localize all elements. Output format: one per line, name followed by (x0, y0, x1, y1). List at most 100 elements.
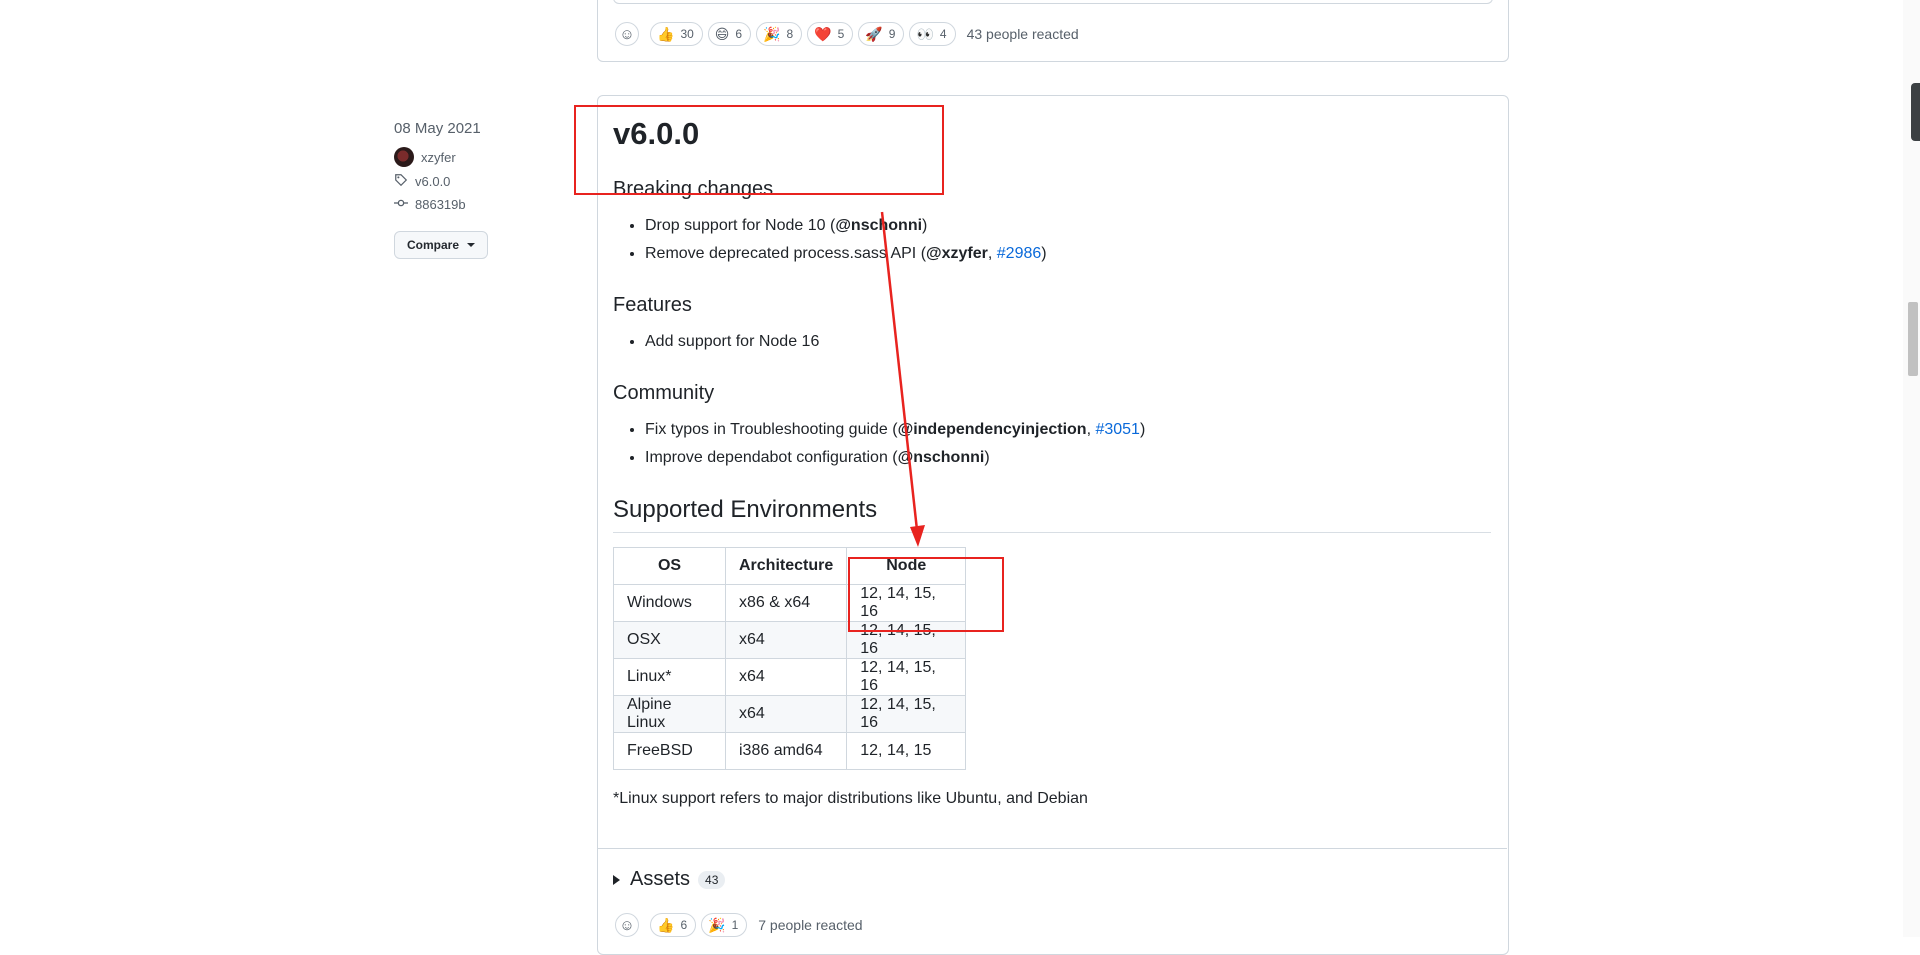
list-item: Add support for Node 16 (645, 328, 1491, 356)
table-cell: Alpine Linux (613, 694, 726, 733)
release-meta: 08 May 2021 xzyfer v6.0.0 886319b Compar… (394, 120, 489, 259)
previous-release-body-edge (613, 0, 1493, 4)
table-cell: Linux* (613, 657, 726, 696)
compare-label: Compare (407, 238, 460, 252)
release-commit[interactable]: 886319b (394, 196, 488, 213)
smile-icon: 😄 (714, 26, 730, 42)
reaction-rocket[interactable]: 🚀 9 (858, 22, 905, 46)
list-item: Improve dependabot configuration (@nscho… (645, 444, 1491, 472)
reaction-count: 5 (837, 27, 845, 41)
table-cell: x86 & x64 (724, 583, 848, 622)
column-header: OS (613, 546, 726, 585)
reaction-thumbs-up[interactable]: 👍 6 (650, 913, 697, 937)
compare-button[interactable]: Compare (394, 231, 489, 259)
assets-label[interactable]: Assets (630, 868, 690, 891)
reaction-smile[interactable]: 😄 6 (707, 22, 752, 46)
bottom-reactions: ☺ 👍 6 🎉 1 7 people reacted (615, 913, 863, 937)
item-text: Drop support for Node 10 ( (645, 216, 836, 234)
column-header: Architecture (724, 546, 848, 585)
eyes-icon: 👀 (916, 26, 934, 42)
avatar[interactable] (394, 147, 414, 167)
assets-toggle[interactable]: Assets 43 (613, 868, 726, 891)
author-name[interactable]: xzyfer (421, 150, 456, 165)
item-text: Fix typos in Troubleshooting guide ( (645, 420, 898, 438)
issue-link[interactable]: #2986 (997, 245, 1042, 262)
release-tag[interactable]: v6.0.0 (394, 173, 488, 190)
table-cell: x64 (724, 694, 848, 733)
top-reactions: ☺ 👍 30 😄 6 🎉 8 ❤️ 5 🚀 9 👀 4 43 people reacted (615, 22, 1079, 46)
tag-name[interactable]: v6.0.0 (415, 174, 450, 189)
commit-icon (394, 196, 408, 213)
commit-sha[interactable]: 886319b (415, 197, 466, 212)
heart-icon: ❤️ (814, 26, 832, 42)
item-text: ) (1041, 244, 1047, 262)
features-list: Add support for Node 16 (613, 328, 1491, 356)
features-heading: Features (613, 293, 692, 316)
table-cell: FreeBSD (613, 731, 726, 770)
add-reaction-button[interactable]: ☺ (615, 913, 639, 937)
reaction-count: 6 (680, 918, 688, 932)
user-mention[interactable]: @nschonni (898, 449, 985, 466)
table-row: Alpine Linux x64 12, 14, 15, 16 (613, 694, 967, 733)
side-panel-handle[interactable] (1911, 83, 1920, 141)
reaction-heart[interactable]: ❤️ 5 (807, 22, 854, 46)
reactions-summary[interactable]: 43 people reacted (967, 26, 1079, 42)
reaction-thumbs-up[interactable]: 👍 30 (650, 22, 703, 46)
smiley-icon: ☺ (619, 916, 635, 934)
rocket-icon: 🚀 (865, 26, 883, 42)
list-item: Drop support for Node 10 (@nschonni) (645, 212, 1491, 240)
table-cell: i386 amd64 (724, 731, 848, 770)
user-mention[interactable]: @xzyfer (926, 245, 988, 262)
thumbs-up-icon: 👍 (657, 917, 675, 933)
linux-support-note: *Linux support refers to major distribut… (613, 789, 1088, 807)
table-cell: OSX (613, 620, 726, 659)
hooray-icon: 🎉 (763, 26, 781, 42)
reaction-eyes[interactable]: 👀 4 (909, 22, 956, 46)
reaction-count: 30 (680, 27, 694, 41)
hooray-icon: 🎉 (708, 917, 726, 933)
table-cell: 12, 14, 15, 16 (846, 694, 967, 733)
reaction-count: 1 (731, 918, 739, 932)
table-cell: 12, 14, 15 (846, 731, 967, 770)
annotation-box-node (848, 557, 1004, 632)
reaction-count: 4 (939, 27, 947, 41)
release-date: 08 May 2021 (394, 120, 481, 137)
thumbs-up-icon: 👍 (657, 26, 675, 42)
scrollbar-thumb[interactable] (1908, 302, 1918, 376)
item-text: ) (922, 216, 928, 234)
table-cell: 12, 14, 15, 16 (846, 657, 967, 696)
chevron-down-icon (467, 243, 476, 247)
list-item: Remove deprecated process.sass API (@xzy… (645, 240, 1491, 268)
add-reaction-button[interactable]: ☺ (615, 22, 639, 46)
release-body: v6.0.0 Breaking changes Drop support for… (613, 115, 1491, 808)
item-text: , (987, 244, 997, 262)
item-text: Improve dependabot configuration ( (645, 448, 898, 466)
annotation-box-version (574, 105, 944, 195)
community-list: Fix typos in Troubleshooting guide (@ind… (613, 416, 1491, 472)
user-mention[interactable]: @nschonni (835, 217, 922, 234)
table-cell: x64 (724, 657, 848, 696)
reaction-hooray[interactable]: 🎉 8 (756, 22, 803, 46)
release-author[interactable]: xzyfer (394, 147, 488, 167)
reactions-summary[interactable]: 7 people reacted (758, 917, 862, 933)
assets-divider (597, 848, 1507, 849)
supported-environments-heading: Supported Environments (613, 496, 1491, 533)
smiley-icon: ☺ (619, 25, 635, 43)
item-text: Remove deprecated process.sass API ( (645, 244, 927, 262)
triangle-right-icon (613, 874, 620, 885)
table-cell: Windows (613, 583, 726, 622)
assets-count-badge: 43 (698, 870, 726, 889)
reaction-hooray[interactable]: 🎉 1 (701, 913, 748, 937)
tag-icon (394, 173, 408, 190)
table-row: FreeBSD i386 amd64 12, 14, 15 (613, 731, 967, 770)
breaking-changes-list: Drop support for Node 10 (@nschonni) Rem… (613, 212, 1491, 268)
reaction-count: 6 (735, 27, 743, 41)
table-row: Linux* x64 12, 14, 15, 16 (613, 657, 967, 696)
reaction-count: 8 (786, 27, 794, 41)
list-item: Fix typos in Troubleshooting guide (@ind… (645, 416, 1491, 444)
user-mention[interactable]: @independencyinjection (898, 421, 1087, 438)
issue-link[interactable]: #3051 (1095, 421, 1140, 438)
item-text: ) (984, 448, 990, 466)
community-heading: Community (613, 381, 715, 404)
item-text: ) (1139, 420, 1146, 438)
